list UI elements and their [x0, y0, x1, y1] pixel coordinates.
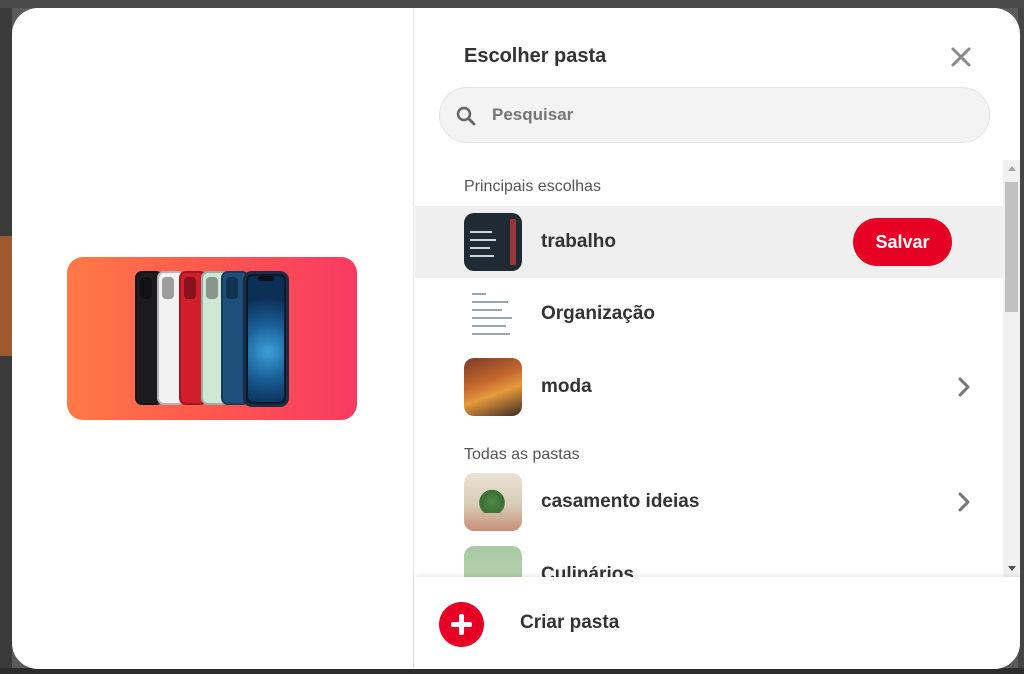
- scroll-down-icon[interactable]: [1008, 566, 1016, 571]
- board-thumbnail: [464, 546, 522, 577]
- scroll-up-icon[interactable]: [1008, 166, 1016, 171]
- board-row-moda[interactable]: moda: [415, 351, 1003, 423]
- section-all-boards: Todas as pastas: [464, 446, 580, 463]
- chevron-right-icon[interactable]: [958, 492, 970, 512]
- board-thumbnail: [464, 358, 522, 416]
- pin-preview-pane: [12, 8, 414, 669]
- board-name: moda: [541, 376, 592, 397]
- board-name: Culinários: [541, 564, 634, 577]
- board-row-casamento-ideias[interactable]: casamento ideias: [415, 466, 1003, 538]
- board-name: casamento ideias: [541, 491, 700, 512]
- background-page-top: [0, 0, 1024, 8]
- chevron-right-icon[interactable]: [958, 377, 970, 397]
- board-thumbnail: [464, 285, 522, 343]
- board-row-culinarios[interactable]: Culinários: [415, 539, 1003, 577]
- board-thumbnail: [464, 473, 522, 531]
- scrollbar-thumb[interactable]: [1005, 182, 1018, 312]
- board-name: Organização: [541, 303, 656, 324]
- save-to-board-modal: Escolher pasta Principais escolhas: [12, 8, 1020, 669]
- close-button[interactable]: [945, 41, 977, 73]
- phone-front: [243, 271, 289, 407]
- save-button[interactable]: Salvar: [853, 218, 952, 266]
- search-box[interactable]: [439, 87, 990, 143]
- board-row-organizacao[interactable]: Organização: [415, 278, 1003, 350]
- board-name: trabalho: [541, 231, 616, 252]
- section-top-choices: Principais escolhas: [464, 178, 601, 195]
- search-input[interactable]: [492, 88, 972, 142]
- create-board-label: Criar pasta: [520, 612, 620, 633]
- board-list-scrollbar[interactable]: [1003, 160, 1020, 577]
- board-picker-pane: Escolher pasta Principais escolhas: [415, 8, 1020, 669]
- modal-title: Escolher pasta: [464, 45, 607, 67]
- background-page-accent: [0, 236, 12, 356]
- pin-image: [67, 257, 357, 420]
- board-thumbnail: [464, 213, 522, 271]
- plus-icon: [439, 602, 484, 647]
- search-icon: [456, 106, 476, 126]
- create-board-button[interactable]: Criar pasta: [415, 577, 1020, 669]
- board-list[interactable]: Principais escolhas trabalho Salvar Orga…: [415, 160, 1003, 577]
- close-icon: [951, 47, 971, 67]
- board-row-trabalho[interactable]: trabalho Salvar: [415, 206, 1003, 278]
